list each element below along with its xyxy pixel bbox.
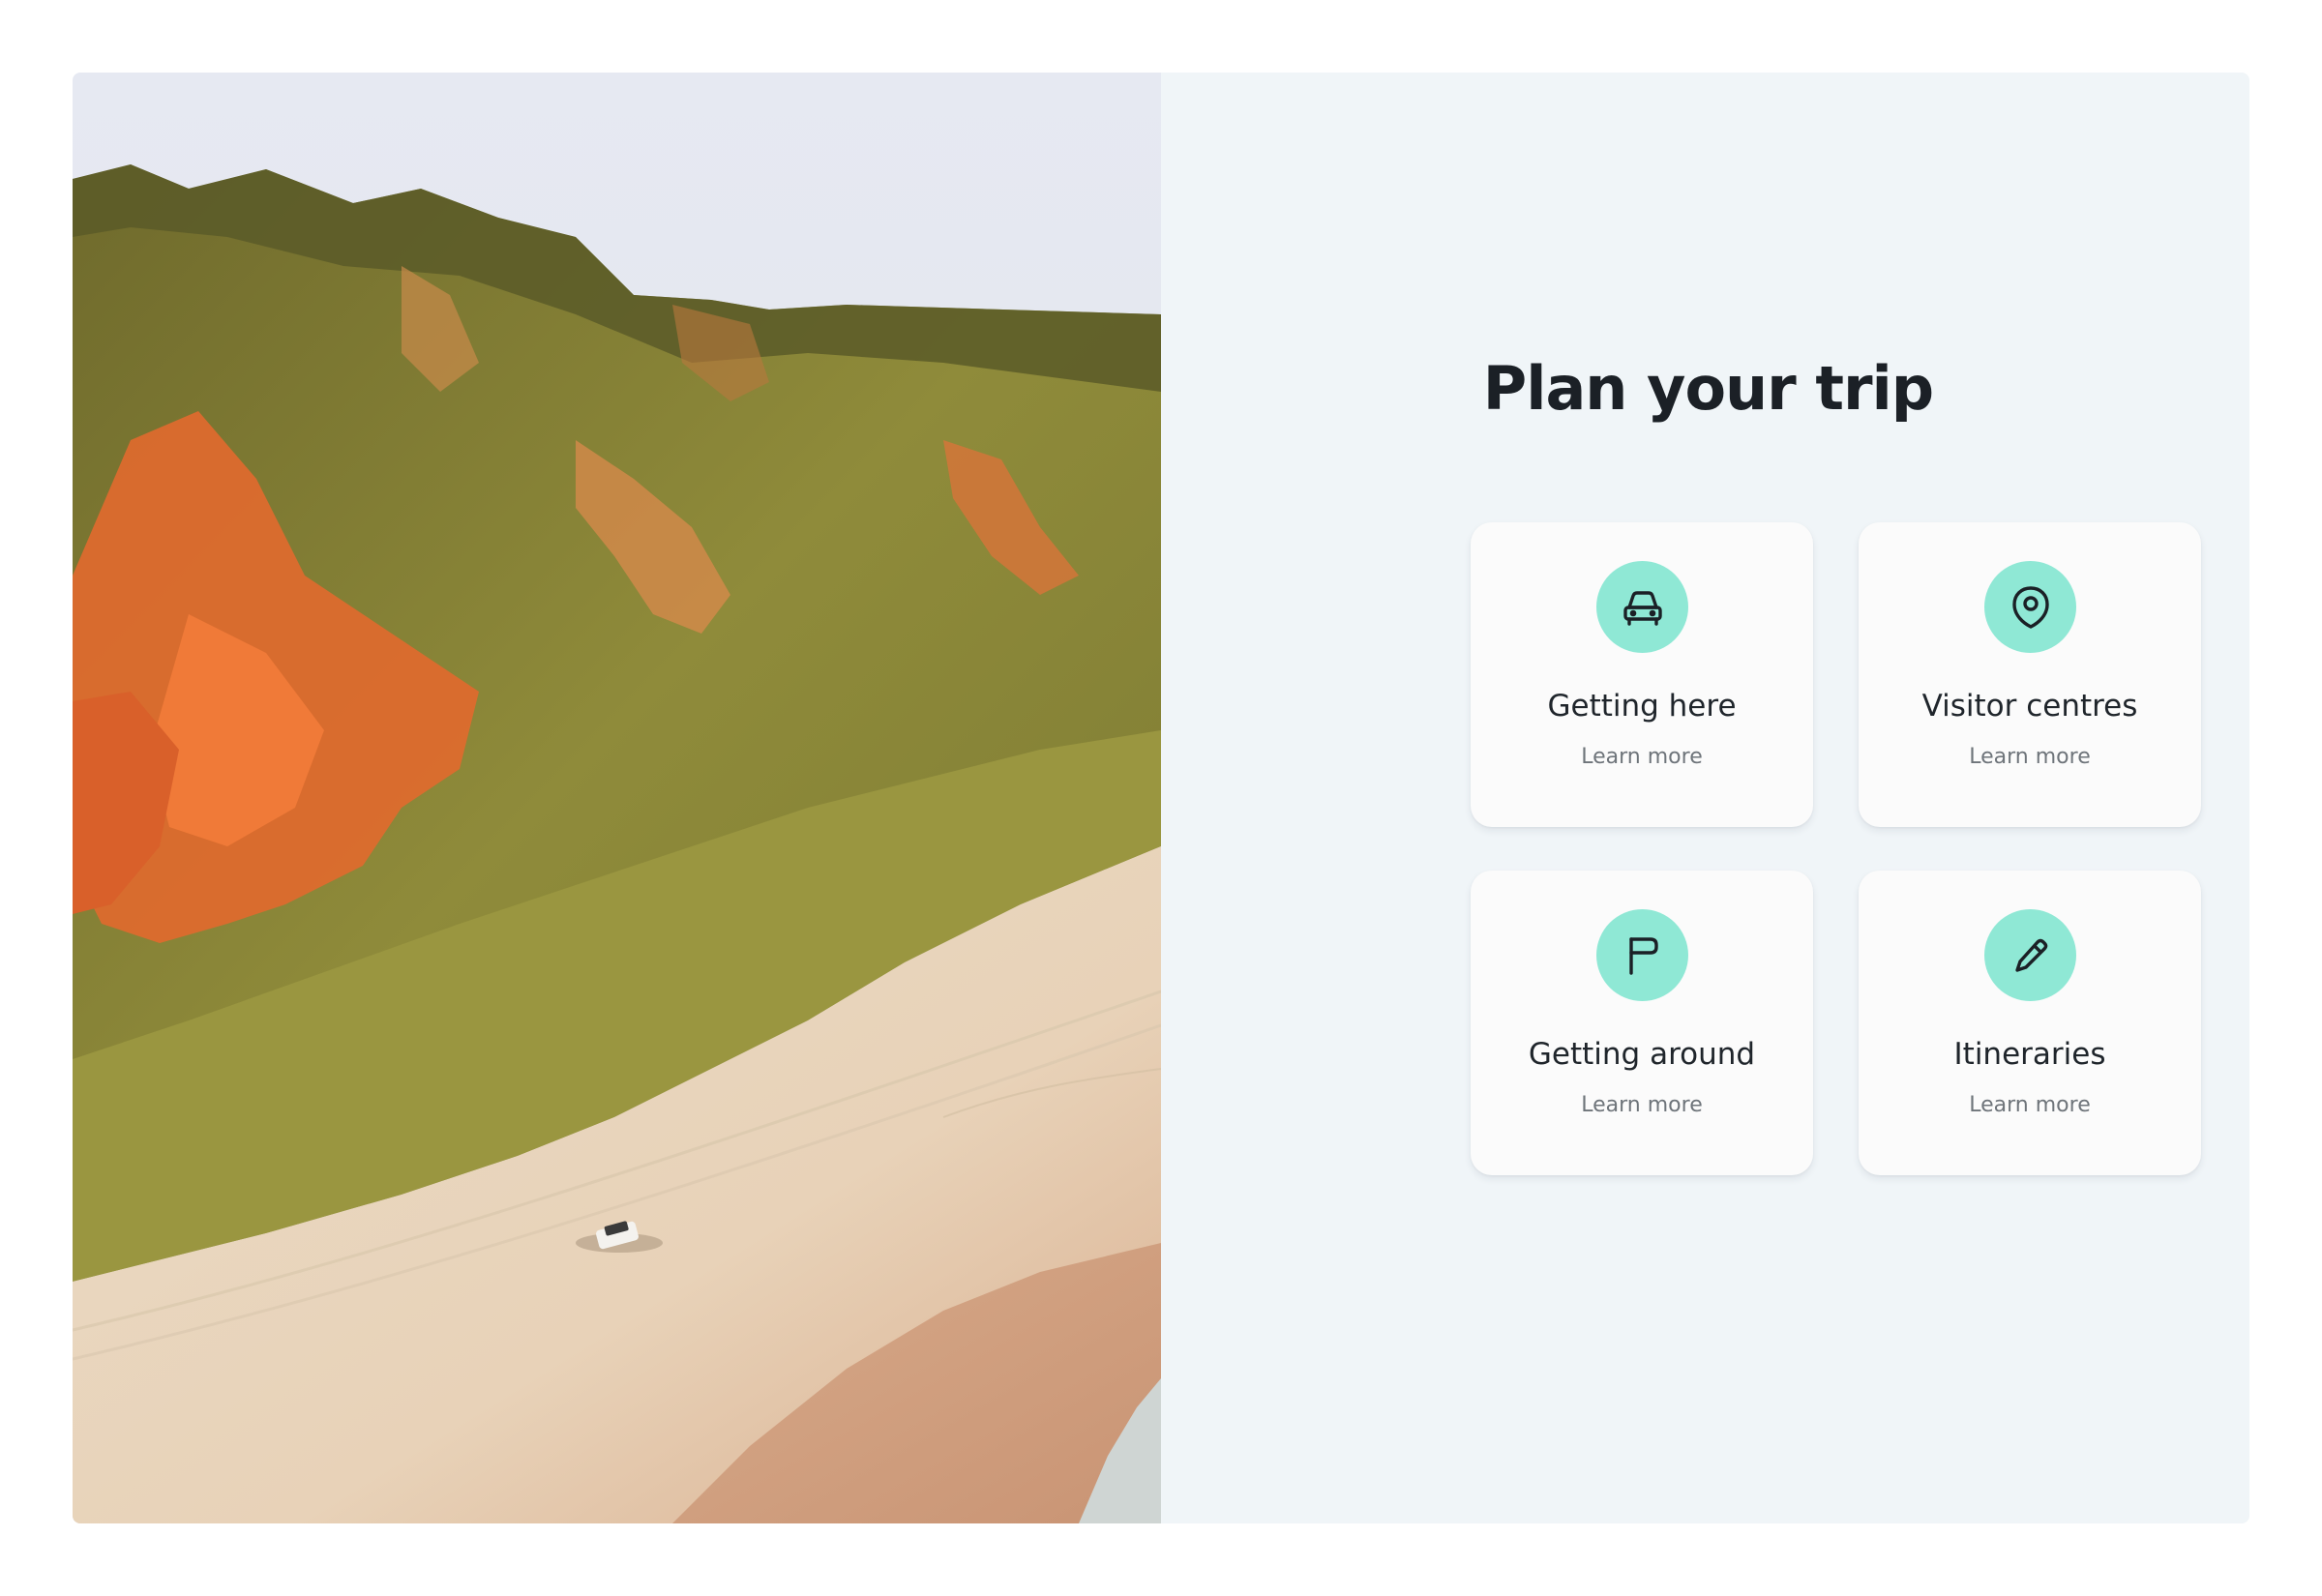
learn-more-link[interactable]: Learn more <box>1859 745 2201 769</box>
card-title: Itineraries <box>1953 1037 2106 1072</box>
car-icon <box>1596 561 1688 653</box>
plan-trip-section: Plan your trip Getting here Learn more V… <box>73 73 2249 1523</box>
card-grid: Getting here Learn more Visitor centres … <box>1471 522 2201 1199</box>
hero-photo <box>73 73 1161 1523</box>
coastal-landscape-image <box>73 73 1161 1523</box>
pencil-icon <box>1984 909 2076 1001</box>
card-title: Visitor centres <box>1921 689 2138 724</box>
card-itineraries[interactable]: Itineraries Learn more <box>1859 871 2201 1175</box>
card-title: Getting here <box>1547 689 1737 724</box>
learn-more-link[interactable]: Learn more <box>1471 1093 1813 1117</box>
plan-trip-panel: Plan your trip Getting here Learn more V… <box>1161 73 2249 1523</box>
learn-more-link[interactable]: Learn more <box>1471 745 1813 769</box>
learn-more-link[interactable]: Learn more <box>1859 1093 2201 1117</box>
section-title: Plan your trip <box>1482 353 1934 424</box>
flag-icon <box>1596 909 1688 1001</box>
card-getting-around[interactable]: Getting around Learn more <box>1471 871 1813 1175</box>
location-pin-icon <box>1984 561 2076 653</box>
card-title: Getting around <box>1528 1037 1756 1072</box>
card-getting-here[interactable]: Getting here Learn more <box>1471 522 1813 827</box>
card-visitor-centres[interactable]: Visitor centres Learn more <box>1859 522 2201 827</box>
